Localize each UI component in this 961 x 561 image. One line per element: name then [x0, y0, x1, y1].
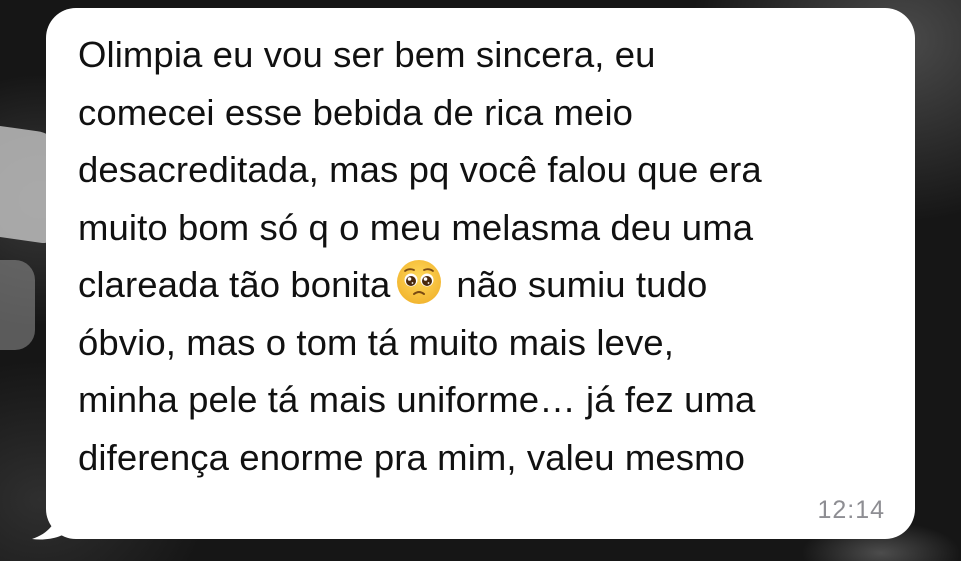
message-segment: não sumiu tudo: [456, 264, 708, 305]
message-line: óbvio, mas o tom tá muito mais leve,: [78, 321, 674, 363]
message-line: muito bom só q o meu melasma deu uma: [78, 206, 754, 248]
message-line: comecei esse bebida de rica meio: [78, 91, 634, 133]
message-line: diferença enorme pra mim, valeu mesmo: [78, 436, 746, 478]
message-timestamp: 12:14: [817, 496, 885, 524]
background-shape: [0, 260, 35, 350]
message-text: Olimpia eu vou ser bem sincera, eu comece…: [78, 26, 898, 486]
message-bubble[interactable]: Olimpia eu vou ser bem sincera, eu comece…: [46, 8, 915, 539]
message-line: clareada tão bonita não sumiu tudo: [78, 256, 898, 314]
message-line: minha pele tá mais uniforme… já fez uma: [78, 379, 756, 420]
pleading-face-icon: [397, 260, 442, 304]
message-segment: clareada tão bonita: [78, 264, 391, 305]
message-line: desacreditada, mas pq você falou que era: [78, 149, 762, 190]
message-line: Olimpia eu vou ser bem sincera, eu: [78, 34, 656, 75]
